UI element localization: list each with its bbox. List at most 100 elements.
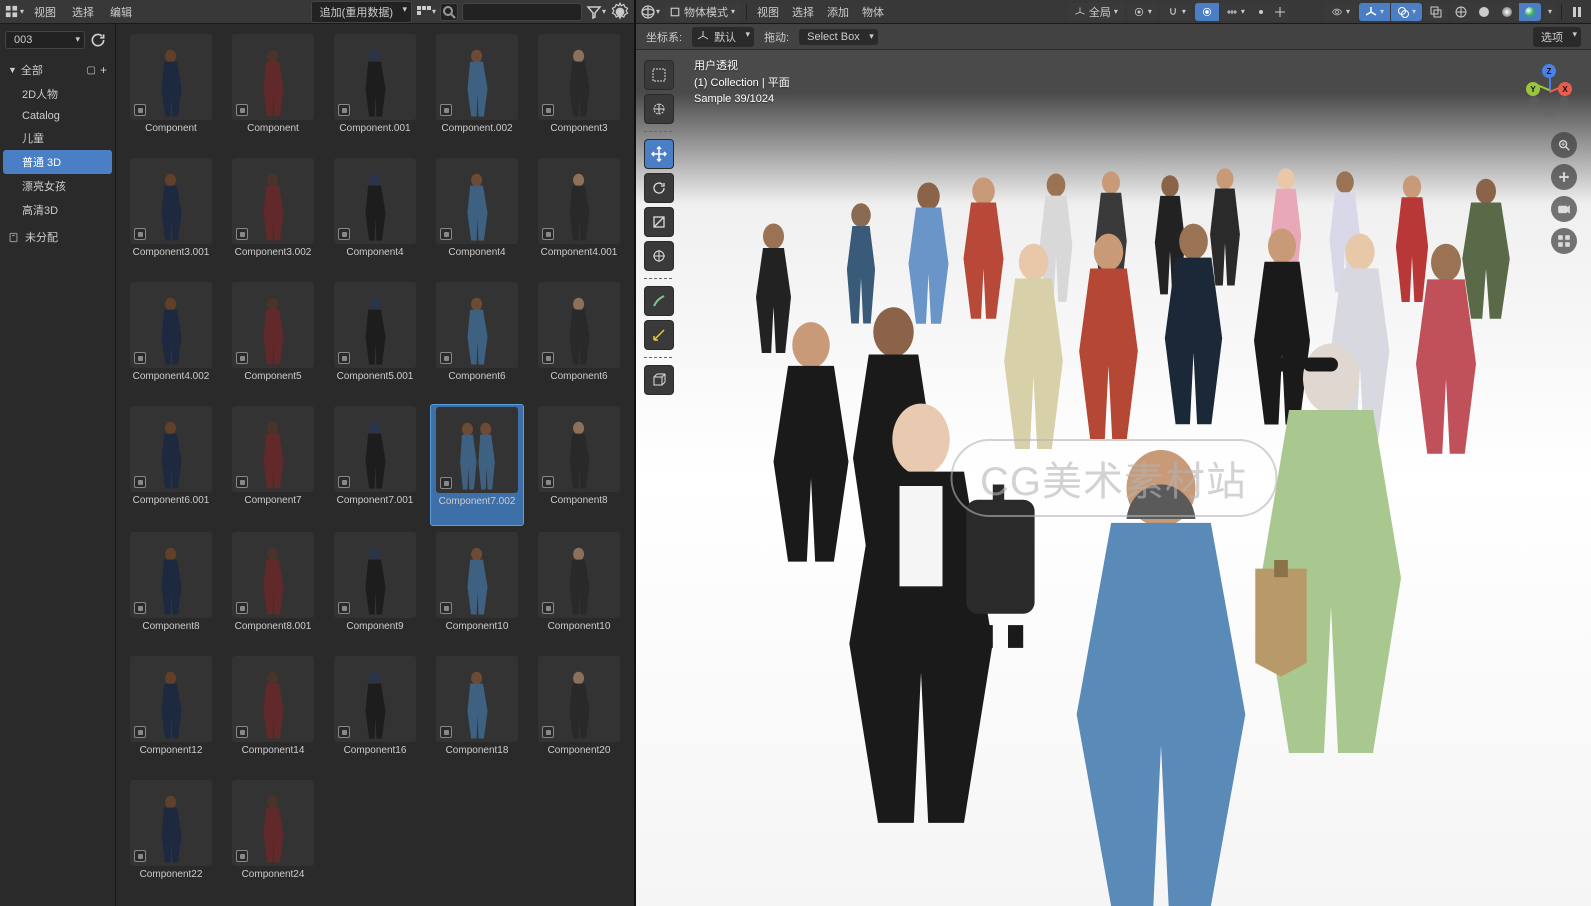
snap-dropdown[interactable]: ▾: [1161, 3, 1192, 21]
gizmo-neg-y[interactable]: [1559, 96, 1569, 106]
asset-item[interactable]: Component: [124, 32, 218, 152]
filter-icon[interactable]: ▾: [586, 2, 606, 22]
drag-mode-select[interactable]: Select Box: [799, 29, 878, 45]
gizmo-toggle-icon[interactable]: ▾: [1359, 3, 1390, 21]
vp-menu-select[interactable]: 选择: [787, 2, 819, 22]
menu-edit[interactable]: 编辑: [104, 2, 138, 22]
asset-item[interactable]: Component7.001: [328, 404, 422, 526]
sidebar-item-2[interactable]: 儿童: [0, 126, 115, 150]
nav-gizmo[interactable]: Z Y X: [1521, 64, 1577, 120]
shading-solid-icon[interactable]: [1473, 3, 1495, 21]
import-mode-dropdown[interactable]: 追加(重用数据): [311, 1, 412, 23]
asset-item[interactable]: Component.002: [430, 32, 524, 152]
asset-item[interactable]: Component4: [328, 156, 422, 276]
settings-icon[interactable]: [610, 2, 630, 22]
asset-item[interactable]: Component14: [226, 654, 320, 774]
sidebar-unassigned[interactable]: 未分配: [0, 225, 115, 249]
orientation-dropdown[interactable]: 全局 ▾: [1068, 3, 1124, 21]
tool-annotate[interactable]: [644, 286, 674, 316]
tool-cursor[interactable]: [644, 94, 674, 124]
search-input[interactable]: [462, 3, 582, 21]
menu-view[interactable]: 视图: [28, 2, 62, 22]
asset-item[interactable]: Component6.001: [124, 404, 218, 526]
pause-icon[interactable]: [1567, 2, 1587, 22]
tool-transform[interactable]: [644, 241, 674, 271]
display-mode-icon[interactable]: ▾: [416, 2, 436, 22]
sidebar-item-3[interactable]: 普通 3D: [3, 150, 112, 174]
overlay-toggle-icon[interactable]: ▾: [1391, 3, 1422, 21]
asset-item[interactable]: Component8.001: [226, 530, 320, 650]
snap-dot-icon[interactable]: [1252, 3, 1270, 21]
vp-menu-add[interactable]: 添加: [822, 2, 854, 22]
shading-rendered-icon[interactable]: [1519, 3, 1541, 21]
search-icon[interactable]: [440, 3, 458, 21]
vp-menu-view[interactable]: 视图: [752, 2, 784, 22]
gizmo-y-axis[interactable]: Y: [1526, 82, 1540, 96]
asset-item[interactable]: Component10: [532, 530, 626, 650]
options-dropdown[interactable]: 选项: [1533, 27, 1581, 47]
sidebar-item-4[interactable]: 漂亮女孩: [0, 174, 115, 198]
shading-wireframe-icon[interactable]: [1450, 3, 1472, 21]
xray-icon[interactable]: [1425, 3, 1447, 21]
editor-type-viewport-icon[interactable]: ▾: [640, 2, 660, 22]
asset-item[interactable]: Component6: [430, 280, 524, 400]
sidebar-item-1[interactable]: Catalog: [0, 106, 115, 126]
tool-move[interactable]: [644, 139, 674, 169]
tool-rotate[interactable]: [644, 173, 674, 203]
tool-select-box[interactable]: [644, 60, 674, 90]
asset-item[interactable]: Component12: [124, 654, 218, 774]
axes-system-select[interactable]: 默认: [692, 27, 754, 47]
gizmo-x-axis[interactable]: X: [1558, 82, 1572, 96]
proportional-icon[interactable]: [1195, 3, 1219, 21]
snap-increment-icon[interactable]: ▾: [1220, 3, 1251, 21]
asset-item[interactable]: Component10: [430, 530, 524, 650]
asset-item[interactable]: Component3: [532, 32, 626, 152]
pivot-dropdown[interactable]: ▾: [1127, 3, 1158, 21]
sidebar-item-0[interactable]: 2D人物: [0, 82, 115, 106]
asset-item[interactable]: Component.001: [328, 32, 422, 152]
perspective-icon[interactable]: [1551, 228, 1577, 254]
asset-item[interactable]: Component4: [430, 156, 524, 276]
shading-material-icon[interactable]: [1496, 3, 1518, 21]
sidebar-item-5[interactable]: 高清3D: [0, 198, 115, 222]
asset-item[interactable]: Component24: [226, 778, 320, 898]
tool-scale[interactable]: [644, 207, 674, 237]
asset-item[interactable]: Component8: [532, 404, 626, 526]
asset-item[interactable]: Component3.001: [124, 156, 218, 276]
library-select[interactable]: 003: [5, 31, 85, 49]
gizmo-neg-x[interactable]: [1529, 96, 1539, 106]
tool-measure[interactable]: [644, 320, 674, 350]
asset-item[interactable]: Component3.002: [226, 156, 320, 276]
asset-item[interactable]: Component6: [532, 280, 626, 400]
visibility-icon[interactable]: ▾: [1325, 3, 1356, 21]
asset-item[interactable]: Component16: [328, 654, 422, 774]
editor-type-icon[interactable]: ▾: [4, 2, 24, 22]
camera-icon[interactable]: [1551, 196, 1577, 222]
refresh-icon[interactable]: [89, 31, 107, 49]
gizmo-z-axis[interactable]: Z: [1542, 64, 1556, 78]
viewport-canvas[interactable]: + 用户透视 (1) Collection | 平面 Sample 39/102…: [636, 50, 1591, 906]
asset-item[interactable]: Component7: [226, 404, 320, 526]
bookmark-icon[interactable]: ▢: [87, 65, 96, 76]
asset-item[interactable]: Component9: [328, 530, 422, 650]
asset-item[interactable]: Component5.001: [328, 280, 422, 400]
sidebar-all[interactable]: ▼ 全部 ▢ +: [0, 58, 115, 82]
vp-menu-object[interactable]: 物体: [857, 2, 889, 22]
zoom-icon[interactable]: [1551, 132, 1577, 158]
asset-item[interactable]: Component4.001: [532, 156, 626, 276]
asset-item[interactable]: Component18: [430, 654, 524, 774]
asset-item[interactable]: Component8: [124, 530, 218, 650]
menu-select[interactable]: 选择: [66, 2, 100, 22]
asset-item[interactable]: Component: [226, 32, 320, 152]
shading-options-dropdown[interactable]: ▾: [1544, 3, 1556, 21]
asset-item[interactable]: Component4.002: [124, 280, 218, 400]
pan-icon[interactable]: [1551, 164, 1577, 190]
gizmo-neg-z[interactable]: [1544, 108, 1554, 118]
snap-cursor-icon[interactable]: [1271, 3, 1289, 21]
asset-item[interactable]: Component20: [532, 654, 626, 774]
asset-item[interactable]: Component5: [226, 280, 320, 400]
asset-item[interactable]: Component7.002: [430, 404, 524, 526]
add-icon[interactable]: +: [100, 63, 107, 77]
asset-item[interactable]: Component22: [124, 778, 218, 898]
interaction-mode-dropdown[interactable]: 物体模式 ▾: [663, 3, 741, 21]
